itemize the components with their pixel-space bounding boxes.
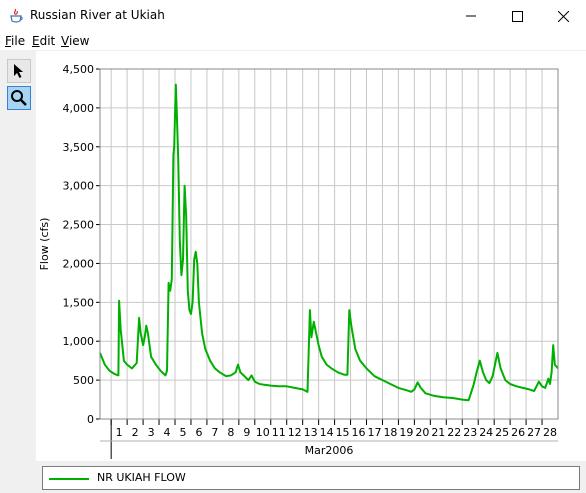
chart-panel: 0 500 1,000 1,500 2,000 2,500 3,000 3,500 4,000 4…: [36, 51, 586, 461]
minimize-icon: [466, 15, 476, 17]
x-tick-label: 17: [367, 426, 381, 439]
flow-chart: 0 500 1,000 1,500 2,000 2,500 3,000 3,500 4,000 4…: [38, 63, 559, 459]
x-tick-label: 15: [336, 426, 350, 439]
x-tick-label: 19: [399, 426, 413, 439]
pointer-tool-button[interactable]: [7, 59, 31, 83]
y-axis-label: Flow (cfs): [38, 218, 51, 271]
x-tick-label: 4: [164, 426, 171, 439]
y-tick-label: 3,000: [63, 180, 95, 193]
x-tick-label: 12: [288, 426, 302, 439]
y-tick-label: 4,000: [63, 102, 95, 115]
x-tick-label: 8: [227, 426, 234, 439]
x-tick-label: 10: [256, 426, 270, 439]
x-tick-label: 25: [495, 426, 509, 439]
x-tick-label: 9: [243, 426, 250, 439]
x-tick-label: 22: [447, 426, 461, 439]
menu-bar: File Edit View: [0, 32, 586, 50]
x-tick-label: 3: [148, 426, 155, 439]
y-tick-label: 1,000: [63, 335, 95, 348]
y-tick-label: 2,000: [63, 257, 95, 270]
close-icon: [557, 10, 569, 22]
y-tick-label: 500: [73, 374, 94, 387]
x-tick-label: 26: [511, 426, 525, 439]
x-tick-label: 23: [463, 426, 477, 439]
legend-swatch: [49, 478, 89, 480]
arrow-pointer-icon: [14, 64, 23, 78]
java-app-icon: [10, 8, 23, 23]
x-tick-label: 20: [415, 426, 429, 439]
menu-file[interactable]: File: [5, 34, 25, 48]
maximize-icon: [511, 10, 523, 22]
y-tick-label: 4,500: [63, 63, 95, 76]
x-tick-label: 11: [272, 426, 286, 439]
close-button[interactable]: [540, 0, 586, 32]
x-tick-label: 14: [320, 426, 334, 439]
x-tick-label: 2: [132, 426, 139, 439]
x-tick-label: 1: [116, 426, 123, 439]
x-tick-label: 16: [352, 426, 366, 439]
y-tick-label: 1,500: [63, 296, 95, 309]
window-title: Russian River at Ukiah: [30, 8, 165, 22]
menu-edit[interactable]: Edit: [32, 34, 55, 48]
menu-view[interactable]: View: [61, 34, 89, 48]
title-bar: Russian River at Ukiah: [0, 0, 586, 32]
tool-palette: [0, 51, 36, 493]
y-tick-label: 2,500: [63, 219, 95, 232]
zoom-tool-button[interactable]: [7, 86, 31, 110]
x-tick-label: 7: [211, 426, 218, 439]
x-tick-label: 13: [304, 426, 318, 439]
x-tick-label: 24: [479, 426, 493, 439]
x-tick-label: 6: [195, 426, 202, 439]
x-tick-label: 28: [543, 426, 557, 439]
y-tick-label: 3,500: [63, 141, 95, 154]
legend-label: NR UKIAH FLOW: [97, 471, 186, 484]
legend: NR UKIAH FLOW: [42, 466, 580, 490]
x-axis-label: Mar2006: [305, 444, 354, 457]
magnifier-icon: [11, 90, 27, 106]
minimize-button[interactable]: [448, 0, 494, 32]
maximize-button[interactable]: [494, 0, 540, 32]
x-tick-label: 27: [527, 426, 541, 439]
x-tick-label: 5: [179, 426, 186, 439]
x-tick-label: 21: [431, 426, 445, 439]
x-tick-label: 18: [383, 426, 397, 439]
y-tick-label: 0: [87, 413, 94, 426]
